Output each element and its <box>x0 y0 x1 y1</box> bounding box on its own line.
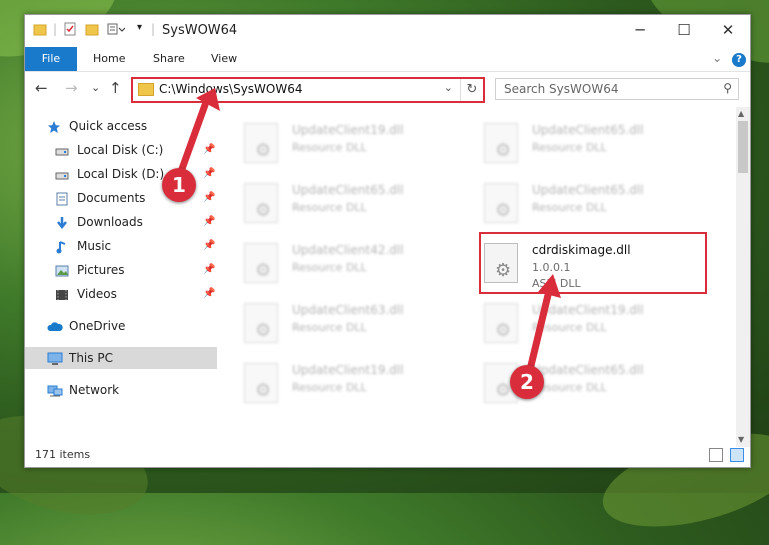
callout-badge-1: 1 <box>162 168 196 202</box>
callout-badge-2: 2 <box>510 365 544 399</box>
callout-arrowhead-1 <box>196 88 220 111</box>
callout-arrowhead-2 <box>538 274 561 298</box>
callout-arrows <box>174 88 561 382</box>
